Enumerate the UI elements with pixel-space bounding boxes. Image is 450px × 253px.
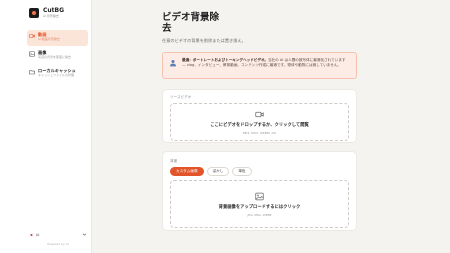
source-video-card: ソースビデオ ここにビデオをドロップするか、クリックして閲覧 MP4, MOV,… [162, 89, 357, 143]
sidebar-item-sub: キャッシュファイルの管理 [38, 73, 75, 77]
logo-icon [29, 8, 39, 18]
background-card: 背景 カスタム画像 ぼかし 単色 背景画像をアップロードするにはクリック JPG… [162, 151, 357, 231]
main-content: ビデオ背景除去 任意のビデオの背景を削除または置き換え。 最適：ポートレートおよ… [162, 12, 357, 231]
sidebar-item-image[interactable]: 画像 写真の背景を即座に除去 [27, 48, 88, 64]
brand-tagline: AI 背景除去 [43, 14, 59, 18]
sidebar-nav: 動画 AI 動画背景除去 画像 写真の背景を即座に除去 ローカルキャッシュ キャ… [27, 30, 88, 84]
sidebar-item-sub: AI 動画背景除去 [38, 37, 60, 41]
background-mode-tabs: カスタム画像 ぼかし 単色 [170, 167, 349, 176]
chip-blur[interactable]: ぼかし [206, 167, 230, 176]
dropzone-title: 背景画像をアップロードするにはクリック [218, 204, 301, 210]
person-icon [170, 60, 176, 67]
language-label: JA [36, 232, 40, 237]
chip-solid-color[interactable]: 単色 [232, 167, 252, 176]
folder-icon [29, 70, 35, 75]
source-video-label: ソースビデオ [170, 95, 192, 99]
dropzone-title: ここにビデオをドロップするか、クリックして閲覧 [210, 122, 309, 128]
brand[interactable]: CutBG AI 背景除去 [29, 8, 64, 18]
dropzone-formats: MP4, MOV, WEBM, AVI [242, 130, 277, 135]
video-camera-icon [255, 111, 264, 117]
sidebar-item-local-cache[interactable]: ローカルキャッシュ キャッシュファイルの管理 [27, 66, 88, 82]
image-upload-icon [255, 192, 264, 200]
dropzone-formats: JPG, PNG, WEBP [247, 212, 272, 217]
info-notice: 最適：ポートレートおよびトーキングヘッドビデオ。当社の AI は人間の被写体に最… [162, 52, 357, 79]
image-icon [29, 51, 35, 57]
page-subtitle: 任意のビデオの背景を削除または置き換え。 [162, 38, 246, 43]
background-label: 背景 [170, 159, 178, 163]
language-selector[interactable]: JA [29, 231, 87, 238]
background-image-dropzone[interactable]: 背景画像をアップロードするにはクリック JPG, PNG, WEBP [170, 180, 349, 228]
app-window: CutBG AI 背景除去 動画 AI 動画背景除去 画像 写真の背景を即座に除… [0, 0, 450, 253]
video-icon [29, 34, 35, 38]
japan-flag-icon [29, 232, 34, 237]
page-title: ビデオ背景除去 [162, 12, 220, 34]
powered-by-text: Powered by AI [47, 242, 69, 246]
chip-custom-image[interactable]: カスタム画像 [170, 167, 204, 176]
notice-highlight: 最適：ポートレートおよびトーキングヘッドビデオ。 [182, 58, 268, 62]
video-dropzone[interactable]: ここにビデオをドロップするか、クリックして閲覧 MP4, MOV, WEBM, … [170, 103, 349, 141]
sidebar-item-video[interactable]: 動画 AI 動画背景除去 [27, 30, 88, 46]
sidebar: CutBG AI 背景除去 動画 AI 動画背景除去 画像 写真の背景を即座に除… [0, 0, 92, 253]
sidebar-item-sub: 写真の背景を即座に除去 [38, 55, 72, 59]
chevron-down-icon [82, 233, 87, 236]
